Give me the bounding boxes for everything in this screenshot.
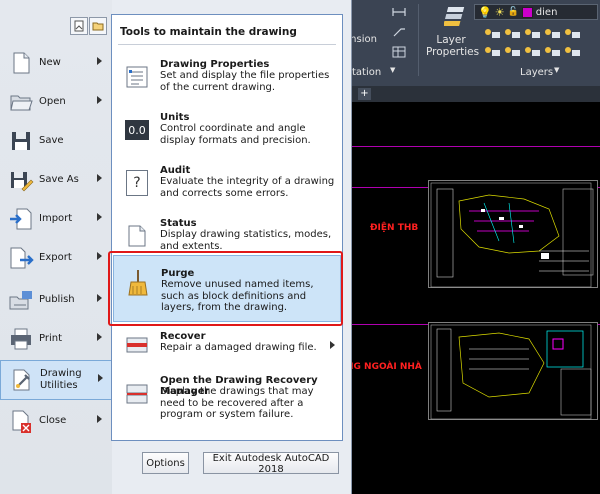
recent-documents-icon[interactable]	[70, 17, 88, 35]
import-icon	[6, 204, 36, 234]
menu-item-new[interactable]: New	[0, 44, 110, 82]
tool-recover[interactable]: Recover Repair a damaged drawing file.	[113, 327, 341, 367]
layer-properties-button[interactable]: Layer Properties	[426, 34, 479, 58]
drawing-properties-icon	[124, 64, 150, 90]
layer-name: dien	[535, 6, 558, 18]
menu-item-import[interactable]: Import	[0, 200, 110, 238]
new-tab-plus-icon[interactable]: +	[358, 88, 371, 100]
table-icon[interactable]	[392, 46, 406, 58]
menu-item-save[interactable]: Save	[0, 122, 110, 160]
tool-purge[interactable]: Purge Remove unused named items, such as…	[113, 255, 341, 322]
menu-view-toggles	[70, 17, 107, 35]
drawing-sheet	[428, 180, 598, 288]
canvas-label-ngoai-nha: NG NGOÀI NHÀ	[346, 362, 422, 372]
recovery-manager-icon	[124, 381, 150, 407]
sun-icon[interactable]: ☀	[495, 6, 505, 19]
lock-icon[interactable]: 🔓	[508, 7, 519, 17]
units-icon: 0.0	[124, 117, 150, 143]
submenu-arrow-icon	[98, 374, 103, 382]
menu-item-export[interactable]: Export	[0, 239, 110, 277]
layer-dropdown[interactable]: 💡 ☀ 🔓 dien	[474, 4, 598, 20]
menu-item-print[interactable]: Print	[0, 320, 110, 358]
submenu-arrow-icon	[97, 252, 102, 260]
tool-units[interactable]: 0.0 Units Control coordinate and angle d…	[113, 108, 341, 160]
open-folder-icon	[6, 87, 36, 117]
chevron-down-icon[interactable]: ▼	[390, 66, 395, 74]
submenu-arrow-icon	[97, 333, 102, 341]
menu-item-publish[interactable]: Publish	[0, 281, 110, 319]
publish-icon	[6, 285, 36, 315]
lightbulb-icon[interactable]: 💡	[478, 6, 492, 19]
submenu-arrow-icon	[97, 415, 102, 423]
submenu-arrow-icon	[97, 213, 102, 221]
exit-autocad-button[interactable]: Exit Autodesk AutoCAD 2018	[203, 452, 339, 475]
submenu-arrow-icon	[330, 341, 335, 349]
layer-properties-icon[interactable]	[443, 4, 470, 30]
tool-audit[interactable]: ? Audit Evaluate the integrity of a draw…	[113, 161, 341, 213]
submenu-arrow-icon	[97, 57, 102, 65]
drawing-utilities-panel: Tools to maintain the drawing Drawing Pr…	[111, 14, 343, 441]
save-icon	[6, 126, 36, 156]
audit-icon: ?	[124, 170, 150, 196]
leader-icon[interactable]	[392, 26, 406, 38]
drawing-sheet	[428, 322, 598, 420]
status-icon	[124, 223, 150, 249]
purge-broom-icon	[125, 270, 151, 296]
options-button[interactable]: Options	[142, 452, 189, 474]
open-documents-icon[interactable]	[89, 17, 107, 35]
printer-icon	[6, 324, 36, 354]
menu-item-save-as[interactable]: Save As	[0, 161, 110, 199]
application-menu: New Open Save Save As Import Export Publ…	[0, 0, 352, 494]
export-icon	[6, 243, 36, 273]
chevron-down-icon[interactable]: ▼	[554, 66, 559, 74]
close-file-icon	[6, 406, 36, 436]
application-menu-left-pane: New Open Save Save As Import Export Publ…	[0, 0, 112, 494]
drawing-utilities-icon	[7, 365, 37, 395]
layer-tools-grid[interactable]	[482, 26, 597, 64]
menu-item-open[interactable]: Open	[0, 83, 110, 121]
submenu-arrow-icon	[97, 174, 102, 182]
layers-panel-label[interactable]: Layers	[520, 67, 553, 78]
layer-color-swatch	[521, 6, 533, 18]
menu-item-drawing-utilities[interactable]: Drawing Utilities	[0, 360, 112, 400]
ribbon: ension tation ▼ Layer Properties 💡 ☀ 🔓 d…	[340, 0, 600, 86]
submenu-arrow-icon	[97, 96, 102, 104]
new-file-icon	[6, 48, 36, 78]
submenu-arrow-icon	[97, 294, 102, 302]
recover-icon	[124, 333, 150, 359]
menu-item-close[interactable]: Close	[0, 402, 110, 440]
tool-drawing-properties[interactable]: Drawing Properties Set and display the f…	[113, 55, 341, 107]
panel-header: Tools to maintain the drawing	[120, 26, 297, 38]
file-tab-bar: +	[340, 86, 600, 102]
annotation-panel-label[interactable]: tation	[352, 67, 381, 78]
canvas-label-dien: ĐIỆN THB	[370, 223, 419, 233]
save-as-icon	[6, 165, 36, 195]
drawing-canvas[interactable]: ĐIỆN THB NG NGOÀI NHÀ	[340, 102, 600, 494]
tool-drawing-recovery-manager[interactable]: Open the Drawing Recovery Manager Displa…	[113, 371, 341, 431]
linear-dimension-icon[interactable]	[392, 6, 406, 18]
